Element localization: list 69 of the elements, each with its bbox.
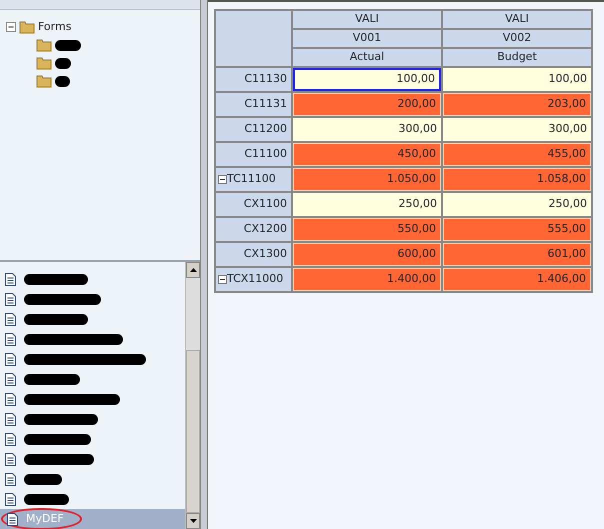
- row-header: CX1200: [216, 218, 291, 241]
- column-header: V001: [293, 30, 441, 47]
- redaction-mark: [24, 454, 94, 464]
- value-cell[interactable]: 1.058,00: [443, 168, 591, 191]
- redaction-mark: [24, 314, 88, 324]
- folder-icon: [36, 56, 52, 70]
- document-icon: [5, 352, 16, 366]
- value-cell[interactable]: 100,00: [293, 68, 441, 91]
- redaction-mark: [55, 76, 70, 86]
- document-icon: [5, 332, 16, 346]
- document-icon: [5, 272, 16, 286]
- document-icon: [5, 392, 16, 406]
- document-icon: [5, 312, 16, 326]
- folder-icon: [36, 74, 52, 88]
- scrollbar-thumb[interactable]: [186, 350, 200, 513]
- document-icon: [5, 452, 16, 466]
- value-cell[interactable]: 200,00: [293, 93, 441, 116]
- document-icon: [5, 472, 16, 486]
- redaction-mark: [24, 374, 80, 384]
- redaction-mark: [24, 434, 92, 444]
- scroll-down-button[interactable]: [186, 513, 200, 529]
- collapse-icon[interactable]: [218, 274, 227, 284]
- value-cell[interactable]: 601,00: [443, 243, 591, 266]
- value-cell[interactable]: 250,00: [293, 193, 441, 216]
- value-cell[interactable]: 1.406,00: [443, 268, 591, 291]
- document-icon: [5, 492, 16, 506]
- value-cell[interactable]: 100,00: [443, 68, 591, 91]
- document-icon: [5, 372, 16, 386]
- value-cell[interactable]: 455,00: [443, 143, 591, 166]
- value-cell[interactable]: 300,00: [443, 118, 591, 141]
- redaction-mark: [24, 474, 62, 484]
- document-icon: [5, 412, 16, 426]
- column-header: Budget: [443, 49, 591, 66]
- redaction-mark: [24, 494, 69, 504]
- caret-up-icon: [190, 268, 196, 272]
- document-icon: [7, 512, 18, 526]
- collapse-icon[interactable]: [6, 22, 16, 32]
- value-cell[interactable]: 1.400,00: [293, 268, 441, 291]
- value-cell[interactable]: 450,00: [293, 143, 441, 166]
- collapse-icon[interactable]: [218, 174, 227, 184]
- row-header: C11200: [216, 118, 291, 141]
- row-header: CX1300: [216, 243, 291, 266]
- redaction-mark: [24, 274, 88, 284]
- value-cell[interactable]: 1.050,00: [293, 168, 441, 191]
- redaction-mark: [55, 58, 71, 68]
- column-header: VALI: [293, 11, 441, 28]
- folder-icon: [19, 20, 35, 34]
- value-cell[interactable]: 250,00: [443, 193, 591, 216]
- redaction-mark: [55, 40, 81, 50]
- row-header: C11131: [216, 93, 291, 116]
- column-header: Actual: [293, 49, 441, 66]
- value-cell[interactable]: 555,00: [443, 218, 591, 241]
- row-header: TCX11000: [216, 268, 291, 291]
- column-header: VALI: [443, 11, 591, 28]
- scroll-up-button[interactable]: [186, 262, 200, 278]
- value-cell[interactable]: 600,00: [293, 243, 441, 266]
- value-cell[interactable]: 550,00: [293, 218, 441, 241]
- folder-icon: [36, 38, 52, 52]
- row-header: CX1100: [216, 193, 291, 216]
- row-header: C11130: [216, 68, 291, 91]
- document-icon: [5, 432, 16, 446]
- column-header: V002: [443, 30, 591, 47]
- document-icon: [5, 292, 16, 306]
- row-header: TC11100: [216, 168, 291, 191]
- tree-item[interactable]: Forms: [38, 18, 72, 36]
- value-cell[interactable]: 300,00: [293, 118, 441, 141]
- row-header: C11100: [216, 143, 291, 166]
- value-cell[interactable]: 203,00: [443, 93, 591, 116]
- caret-down-icon: [190, 519, 196, 523]
